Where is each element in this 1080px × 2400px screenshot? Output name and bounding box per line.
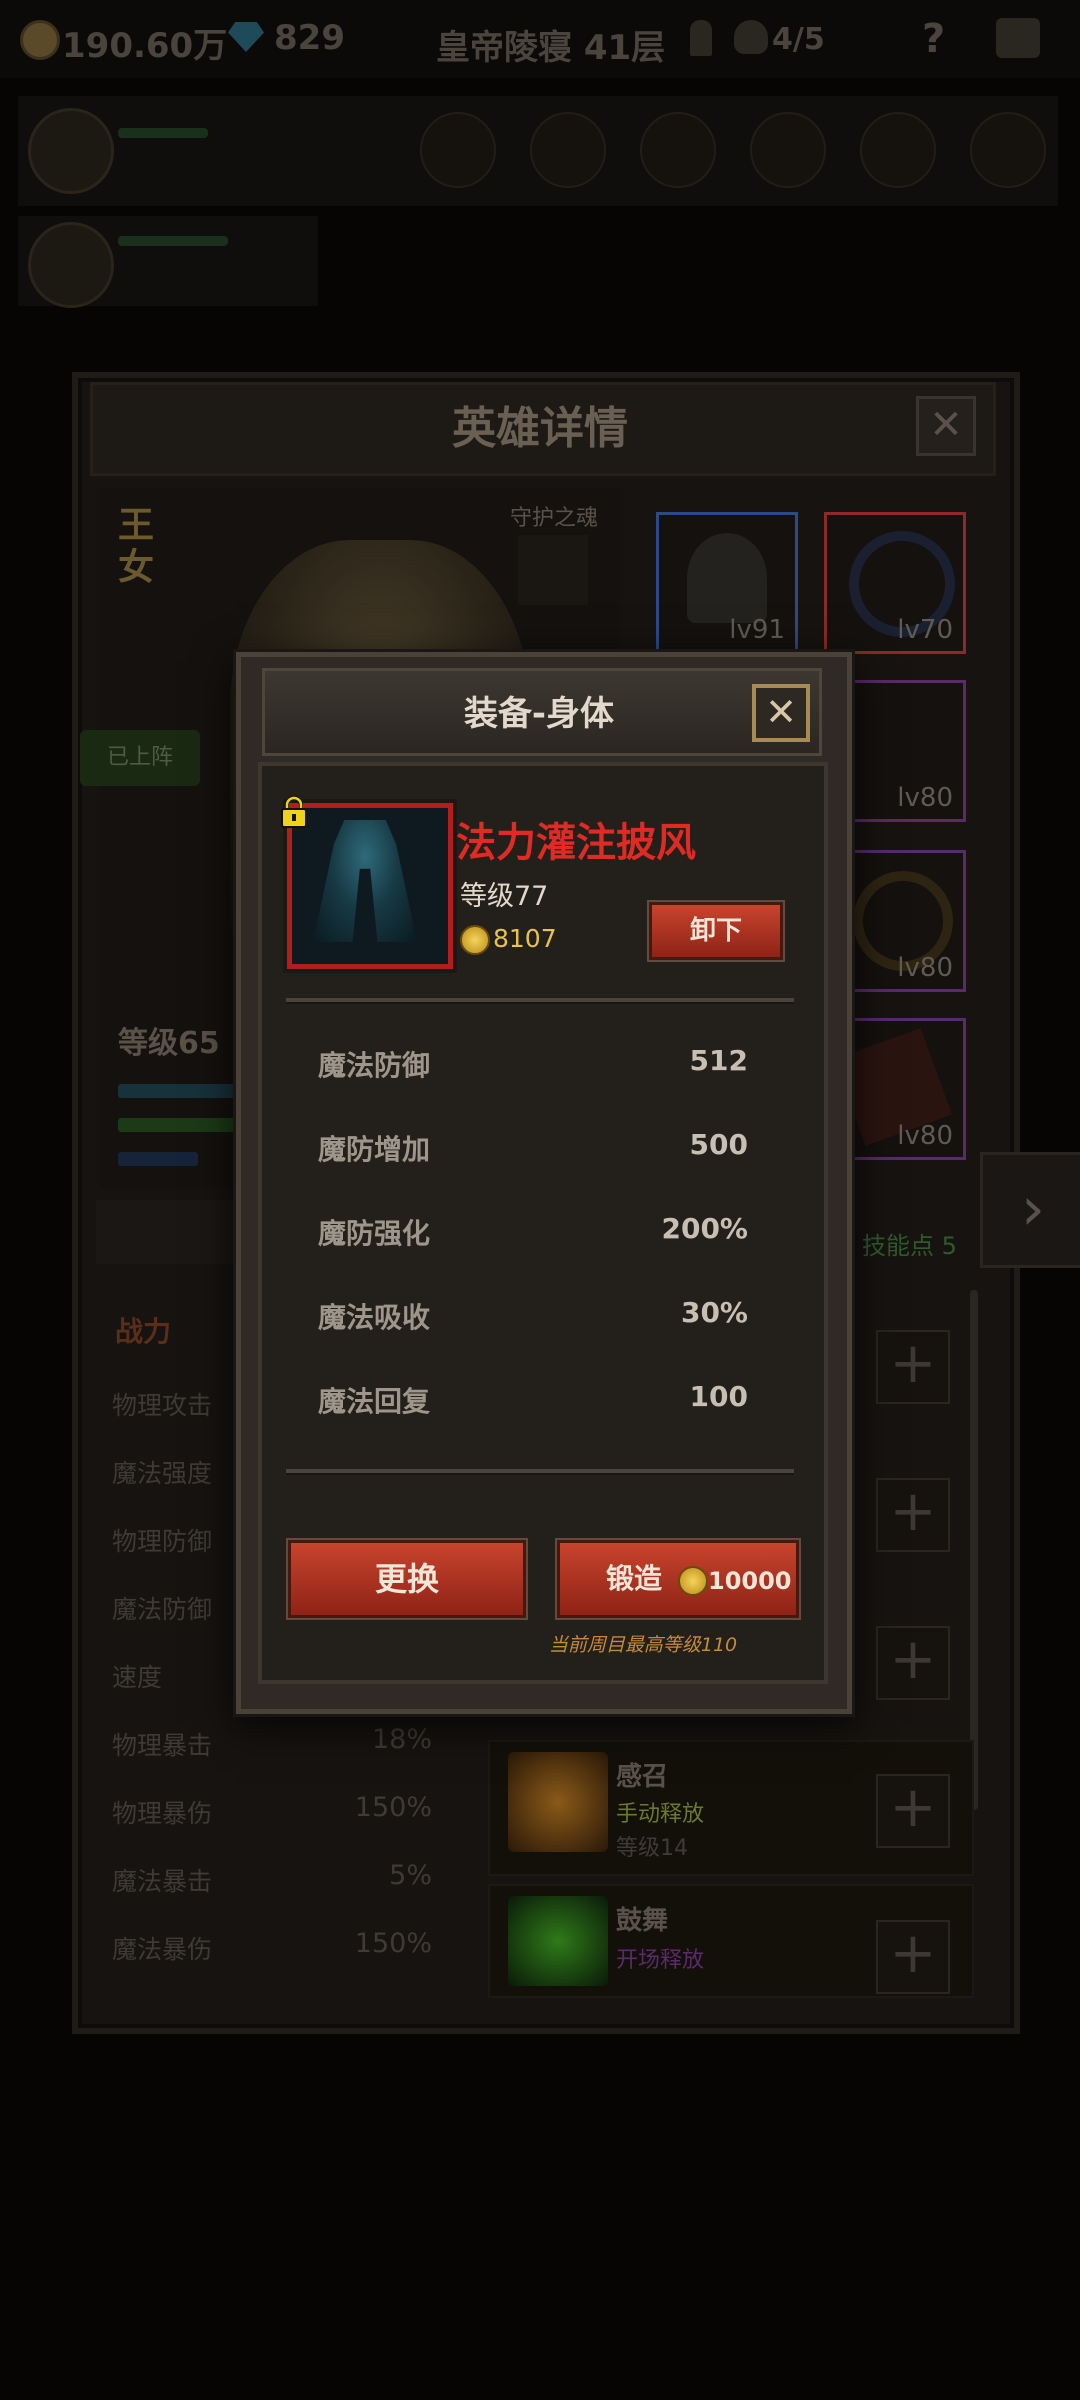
skill-upgrade-button[interactable]: + — [876, 1626, 950, 1700]
hero-detail-title: 英雄详情 — [452, 403, 628, 454]
equip-level: lv80 — [897, 953, 953, 983]
bg-skill-icon — [640, 112, 716, 188]
attribute-value: 200% — [661, 1212, 748, 1245]
hero-close-button[interactable]: ✕ — [916, 396, 976, 456]
forge-button[interactable]: 锻造 10000 — [557, 1540, 799, 1618]
attribute-value: 500 — [689, 1128, 748, 1161]
attribute-value: 512 — [689, 1044, 748, 1077]
key-icon — [690, 20, 712, 56]
skill-type: 开场释放 — [616, 1948, 705, 1973]
modal-title: 装备-身体 — [463, 694, 615, 734]
summon-skill-icon — [508, 1752, 608, 1852]
combat-power-label: 战力 — [115, 1315, 172, 1348]
bg-hp-bar — [118, 128, 208, 138]
stat-value: 5% — [389, 1860, 432, 1891]
bg-skill-icon — [970, 112, 1046, 188]
skill-name: 感召 — [616, 1762, 669, 1792]
soul-bat-icon[interactable] — [518, 535, 588, 605]
hp-bar — [118, 1118, 238, 1132]
gold-amount: 190.60万 — [62, 26, 228, 66]
skull-icon — [734, 20, 768, 54]
modal-close-button[interactable]: ✕ — [752, 684, 810, 742]
skill-name: 鼓舞 — [616, 1906, 669, 1936]
stat-name: 魔法暴伤 — [112, 1935, 213, 1964]
hero-name: 王女 — [118, 505, 155, 588]
item-name: 法力灌注披风 — [456, 820, 696, 866]
mana-bar — [118, 1152, 198, 1166]
soul-label: 守护之魂 — [510, 506, 599, 531]
equip-level: lv80 — [897, 1121, 953, 1151]
stat-value: 150% — [354, 1928, 432, 1959]
bg-hp-bar — [118, 236, 228, 246]
replace-button[interactable]: 更换 — [288, 1540, 526, 1618]
max-level-note: 当前周目最高等级110 — [548, 1634, 738, 1656]
stat-value: 150% — [354, 1792, 432, 1823]
attribute-name: 魔法回复 — [318, 1385, 431, 1418]
attribute-name: 魔防增加 — [318, 1133, 431, 1166]
equip-level: lv80 — [897, 783, 953, 813]
next-hero-button[interactable]: › — [980, 1152, 1080, 1268]
stat-name: 物理攻击 — [112, 1391, 213, 1420]
bg-skill-icon — [860, 112, 936, 188]
equip-level: lv70 — [897, 615, 953, 645]
skill-upgrade-button[interactable]: + — [876, 1330, 950, 1404]
helmet-icon — [687, 533, 767, 623]
gold-coin-icon — [20, 20, 60, 60]
attribute-name: 魔防强化 — [318, 1217, 431, 1250]
unequip-button[interactable]: 卸下 — [649, 902, 783, 960]
stat-name: 物理暴伤 — [112, 1799, 213, 1828]
skill-points: 技能点 5 — [862, 1232, 957, 1260]
attempts-count: 4/5 — [772, 22, 825, 57]
settings-icon[interactable] — [996, 18, 1040, 58]
attribute-name: 魔法防御 — [318, 1049, 431, 1082]
skill-level: 等级14 — [616, 1836, 688, 1861]
skill-type: 手动释放 — [616, 1802, 705, 1827]
equip-slot-necklace[interactable]: lv70 — [824, 512, 966, 654]
stage-label: 皇帝陵寝 41层 — [436, 28, 666, 68]
skill-upgrade-button[interactable]: + — [876, 1478, 950, 1552]
stat-value: 18% — [371, 1724, 432, 1755]
attribute-value: 100 — [689, 1380, 748, 1413]
hero-level: 等级65 — [118, 1026, 220, 1061]
gem-amount: 829 — [274, 18, 345, 58]
inspire-skill-icon — [508, 1896, 608, 1986]
bg-hero-avatar — [28, 222, 114, 308]
gold-coin-icon — [460, 925, 490, 955]
stat-name: 物理防御 — [112, 1527, 213, 1556]
bg-hero-avatar — [28, 108, 114, 194]
divider — [286, 1469, 794, 1475]
stat-name: 速度 — [112, 1663, 163, 1692]
item-sell-price: 8107 — [493, 924, 557, 953]
equip-slot-helmet[interactable]: lv91 — [656, 512, 798, 654]
forge-cost: 10000 — [708, 1567, 792, 1595]
attribute-value: 30% — [680, 1296, 748, 1329]
skill-upgrade-button[interactable]: + — [876, 1774, 950, 1848]
attribute-name: 魔法吸收 — [318, 1301, 431, 1334]
bg-skill-icon — [420, 112, 496, 188]
bg-skill-icon — [530, 112, 606, 188]
help-button[interactable]: ? — [922, 16, 945, 62]
stat-name: 物理暴击 — [112, 1731, 213, 1760]
item-level: 等级77 — [460, 881, 549, 912]
bg-skill-icon — [750, 112, 826, 188]
forge-label: 锻造 — [606, 1562, 663, 1595]
skills-scrollbar[interactable] — [970, 1290, 978, 1810]
exp-bar — [118, 1084, 238, 1098]
deployed-badge: 已上阵 — [80, 730, 200, 786]
stat-name: 魔法强度 — [112, 1459, 213, 1488]
gold-coin-icon — [678, 1566, 708, 1596]
stat-name: 魔法防御 — [112, 1595, 213, 1624]
divider — [286, 998, 794, 1004]
skill-upgrade-button[interactable]: + — [876, 1920, 950, 1994]
stat-name: 魔法暴击 — [112, 1867, 213, 1896]
equip-level: lv91 — [729, 615, 785, 645]
lock-icon[interactable] — [280, 796, 308, 828]
